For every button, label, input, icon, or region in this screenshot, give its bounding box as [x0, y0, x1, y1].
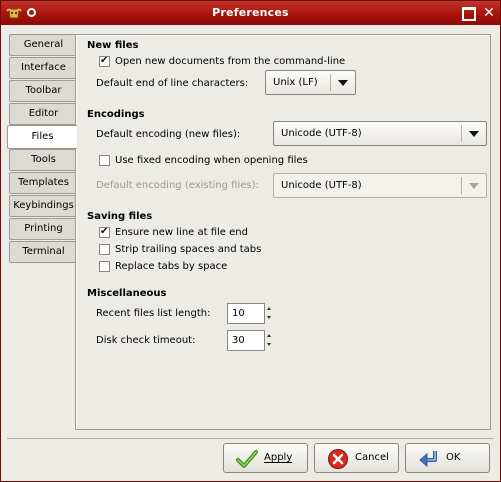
- tab-toolbar[interactable]: Toolbar: [9, 80, 77, 102]
- eol-label: Default end of line characters:: [96, 78, 249, 89]
- return-arrow-icon: [419, 451, 437, 468]
- encodings-heading: Encodings: [87, 109, 145, 120]
- replace-tabs-label[interactable]: Replace tabs by space: [115, 261, 227, 272]
- default-encoding-existing-dropdown: Unicode (UTF-8): [273, 173, 487, 198]
- chevron-down-icon: [469, 183, 479, 189]
- default-encoding-new-separator: [461, 125, 462, 142]
- eol-value: Unix (LF): [273, 77, 318, 88]
- stepper-down-icon[interactable]: [267, 343, 271, 346]
- stepper-up-icon[interactable]: [267, 307, 271, 310]
- chevron-down-icon: [469, 131, 479, 137]
- disk-check-stepper[interactable]: [267, 331, 275, 349]
- recent-files-spinner[interactable]: 10: [227, 303, 265, 324]
- tab-interface[interactable]: Interface: [9, 57, 77, 79]
- default-encoding-existing-label: Default encoding (existing files):: [96, 180, 259, 191]
- title-bar[interactable]: Preferences ✕: [1, 1, 500, 25]
- close-icon[interactable]: ✕: [481, 5, 497, 21]
- default-encoding-new-value: Unicode (UTF-8): [281, 128, 362, 139]
- disk-check-spinner[interactable]: 30: [227, 330, 265, 351]
- tab-templates[interactable]: Templates: [9, 172, 77, 194]
- recent-files-value: 10: [232, 308, 245, 319]
- stepper-down-icon[interactable]: [267, 316, 271, 319]
- default-encoding-new-label: Default encoding (new files):: [96, 129, 241, 140]
- button-bar-divider: [7, 438, 494, 439]
- tab-printing[interactable]: Printing: [9, 218, 77, 240]
- tab-tools[interactable]: Tools: [9, 149, 77, 171]
- replace-tabs-checkbox[interactable]: [99, 261, 110, 272]
- cancel-label: Cancel: [355, 452, 389, 463]
- open-from-cmdline-label[interactable]: Open new documents from the command-line: [115, 56, 345, 67]
- apply-label: Apply: [264, 452, 293, 463]
- strip-trailing-label[interactable]: Strip trailing spaces and tabs: [115, 244, 261, 255]
- eol-dropdown-separator: [330, 74, 331, 91]
- apply-button[interactable]: Apply: [223, 443, 308, 473]
- tab-keybindings[interactable]: Keybindings: [9, 195, 77, 217]
- ensure-newline-checkbox[interactable]: [99, 226, 110, 238]
- default-encoding-new-dropdown[interactable]: Unicode (UTF-8): [273, 121, 487, 146]
- tab-files[interactable]: Files: [7, 125, 77, 149]
- checkmark-icon: [236, 450, 258, 468]
- use-fixed-encoding-label[interactable]: Use fixed encoding when opening files: [115, 155, 308, 166]
- strip-trailing-checkbox[interactable]: [99, 244, 110, 255]
- use-fixed-encoding-checkbox[interactable]: [99, 155, 110, 166]
- ok-label: OK: [446, 452, 461, 463]
- maximize-icon[interactable]: [460, 5, 476, 21]
- saving-files-heading: Saving files: [87, 211, 153, 222]
- recent-files-stepper[interactable]: [267, 304, 275, 322]
- ok-button[interactable]: OK: [405, 443, 490, 473]
- chevron-down-icon: [338, 80, 348, 86]
- disk-check-value: 30: [232, 335, 245, 346]
- stepper-up-icon[interactable]: [267, 334, 271, 337]
- default-encoding-existing-separator: [461, 177, 462, 194]
- tab-terminal[interactable]: Terminal: [9, 241, 77, 263]
- open-from-cmdline-checkbox[interactable]: [99, 55, 110, 67]
- disk-check-label: Disk check timeout:: [96, 335, 196, 346]
- ensure-newline-label[interactable]: Ensure new line at file end: [115, 227, 248, 238]
- default-encoding-existing-value: Unicode (UTF-8): [281, 180, 362, 191]
- recent-files-label: Recent files list length:: [96, 308, 211, 319]
- cancel-icon: [328, 449, 348, 469]
- eol-dropdown[interactable]: Unix (LF): [265, 70, 356, 95]
- tab-general[interactable]: General: [9, 34, 77, 56]
- miscellaneous-heading: Miscellaneous: [87, 288, 167, 299]
- new-files-heading: New files: [87, 40, 139, 51]
- tab-editor[interactable]: Editor: [9, 103, 77, 125]
- cancel-button[interactable]: Cancel: [314, 443, 399, 473]
- preferences-window: Preferences ✕ General Interface Toolbar …: [0, 0, 501, 482]
- window-title: Preferences: [212, 6, 289, 19]
